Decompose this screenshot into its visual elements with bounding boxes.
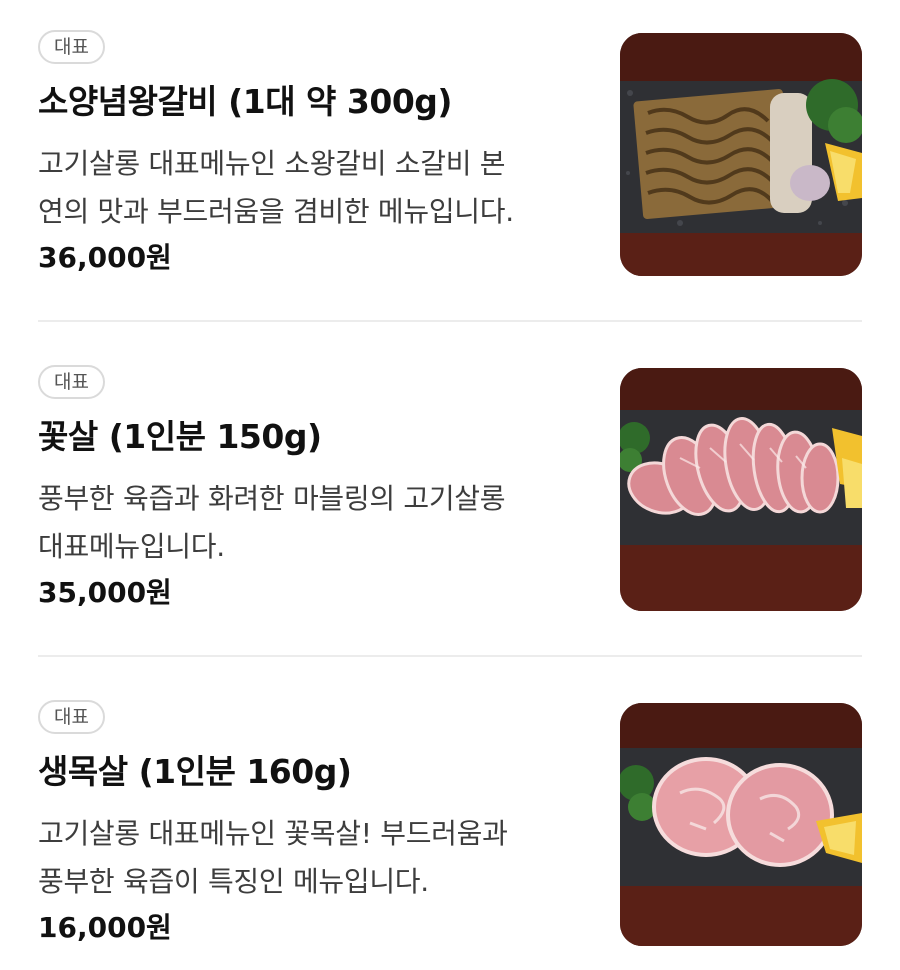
menu-item-price: 36,000원	[38, 241, 172, 274]
menu-item-price: 35,000원	[38, 576, 172, 609]
description-line: 고기살롱 대표메뉴인 소왕갈비 소갈비 본	[38, 147, 506, 180]
menu-divider	[38, 655, 862, 657]
menu-item-photo[interactable]	[620, 33, 862, 276]
menu-item-saengmoksal[interactable]: 대표 생목살 (1인분 160g) 고기살롱 대표메뉴인 꽃목살! 부드러움과 …	[0, 670, 900, 970]
menu-item-name: 소양념왕갈비 (1대 약 300g)	[38, 82, 452, 121]
menu-item-so-yangnyeom-wanggalbi[interactable]: 대표 소양념왕갈비 (1대 약 300g) 고기살롱 대표메뉴인 소왕갈비 소갈…	[0, 0, 900, 300]
menu-item-kkotsal[interactable]: 대표 꽃살 (1인분 150g) 풍부한 육즙과 화려한 마블링의 고기살롱 대…	[0, 335, 900, 635]
menu-list: 대표 소양념왕갈비 (1대 약 300g) 고기살롱 대표메뉴인 소왕갈비 소갈…	[0, 0, 900, 956]
description-line: 풍부한 육즙과 화려한 마블링의 고기살롱	[38, 482, 506, 515]
menu-item-name: 꽃살 (1인분 150g)	[38, 417, 322, 456]
description-line: 고기살롱 대표메뉴인 꽃목살! 부드러움과	[38, 817, 508, 850]
menu-item-description: 고기살롱 대표메뉴인 소왕갈비 소갈비 본 연의 맛과 부드러움을 겸비한 메뉴…	[38, 140, 598, 236]
menu-item-price: 16,000원	[38, 911, 172, 944]
menu-item-description: 고기살롱 대표메뉴인 꽃목살! 부드러움과 풍부한 육즙이 특징인 메뉴입니다.	[38, 810, 598, 906]
menu-item-photo[interactable]	[620, 703, 862, 946]
signature-badge: 대표	[38, 30, 105, 64]
description-line: 풍부한 육즙이 특징인 메뉴입니다.	[38, 865, 429, 898]
menu-item-name: 생목살 (1인분 160g)	[38, 752, 352, 791]
menu-item-description: 풍부한 육즙과 화려한 마블링의 고기살롱 대표메뉴입니다.	[38, 475, 598, 571]
signature-badge: 대표	[38, 365, 105, 399]
signature-badge: 대표	[38, 700, 105, 734]
description-line: 연의 맛과 부드러움을 겸비한 메뉴입니다.	[38, 195, 514, 228]
menu-divider	[38, 320, 862, 322]
menu-item-photo[interactable]	[620, 368, 862, 611]
description-line: 대표메뉴입니다.	[38, 530, 225, 563]
